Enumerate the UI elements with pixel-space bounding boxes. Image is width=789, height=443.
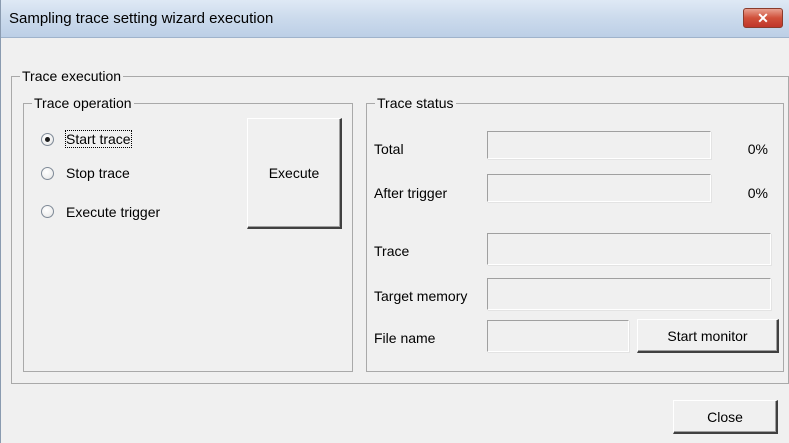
execute-trigger-label[interactable]: Execute trigger <box>66 204 160 220</box>
trace-field <box>487 233 771 265</box>
execute-button[interactable]: Execute <box>247 118 342 229</box>
after-trigger-percent: 0% <box>747 185 768 201</box>
wizard-window: Sampling trace setting wizard execution … <box>0 0 789 443</box>
close-button[interactable]: Close <box>673 400 778 434</box>
dialog-client-area: Trace execution Trace operation Start tr… <box>1 38 789 443</box>
target-memory-field <box>487 278 771 310</box>
start-monitor-button[interactable]: Start monitor <box>637 319 779 353</box>
trace-status-group-title: Trace status <box>375 95 456 111</box>
total-label: Total <box>374 141 404 157</box>
title-bar[interactable]: Sampling trace setting wizard execution … <box>1 0 789 38</box>
execute-trigger-radio[interactable] <box>41 205 54 218</box>
trace-operation-group-title: Trace operation <box>32 95 134 111</box>
stop-trace-label[interactable]: Stop trace <box>66 165 130 181</box>
total-percent: 0% <box>747 141 768 157</box>
start-trace-label[interactable]: Start trace <box>65 130 132 148</box>
file-name-field[interactable] <box>487 320 629 352</box>
close-icon[interactable]: ✕ <box>743 8 783 28</box>
total-progress-bar <box>487 131 711 159</box>
file-name-label: File name <box>374 330 436 346</box>
target-memory-label: Target memory <box>374 288 468 304</box>
after-trigger-progress-bar <box>487 174 711 202</box>
start-trace-radio[interactable] <box>41 133 54 146</box>
trace-execution-group-title: Trace execution <box>20 68 124 84</box>
stop-trace-radio[interactable] <box>41 167 54 180</box>
after-trigger-label: After trigger <box>374 185 448 201</box>
window-title: Sampling trace setting wizard execution <box>9 10 274 27</box>
trace-label: Trace <box>374 243 410 259</box>
